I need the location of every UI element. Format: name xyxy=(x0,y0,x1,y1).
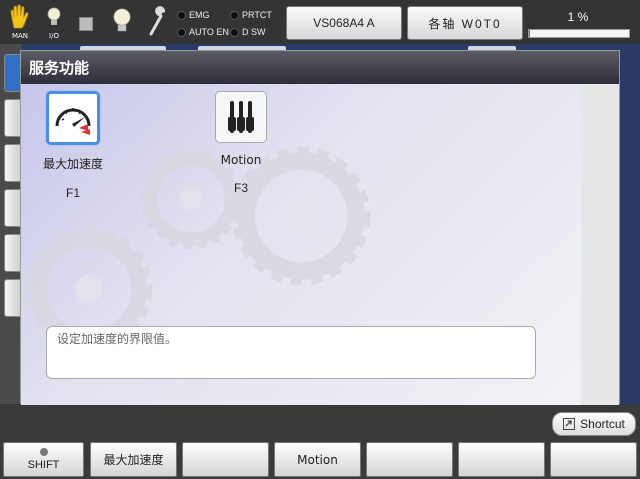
dialog-side-strip xyxy=(581,84,619,405)
axis-mode-button[interactable]: 各轴 W0T0 xyxy=(407,6,523,40)
tool-indicator[interactable] xyxy=(143,4,171,40)
emg-lamp xyxy=(177,11,186,20)
prtct-label: PRTCT xyxy=(242,10,272,20)
shortcut-label: Shortcut xyxy=(580,417,625,431)
service-function-dialog: 服务功能 最大加速度 F1 Motion F3 设定加速度的界限值。 xyxy=(20,50,620,405)
function-item-max-acceleration[interactable]: 最大加速度 F1 xyxy=(38,91,108,200)
io-indicator[interactable]: I/O xyxy=(40,4,68,40)
emg-label: EMG xyxy=(189,10,210,20)
function-key-f5[interactable] xyxy=(458,442,545,477)
prtct-lamp xyxy=(230,11,239,20)
io-bulb-icon xyxy=(47,7,61,25)
function-description-box: 设定加速度的界限值。 xyxy=(46,326,536,379)
speed-percent-text: 1 % xyxy=(567,10,589,24)
lightbulb-icon xyxy=(113,8,131,32)
dialog-body: 最大加速度 F1 Motion F3 设定加速度的界限值。 xyxy=(21,84,581,405)
manual-mode-indicator[interactable]: MAN xyxy=(6,4,34,40)
stop-square-icon[interactable] xyxy=(79,17,93,31)
wrench-icon xyxy=(149,6,166,36)
motion-sliders-icon xyxy=(228,101,254,133)
function-key-f6[interactable] xyxy=(550,442,637,477)
function-icon-box[interactable] xyxy=(46,91,100,145)
function-key-f1[interactable]: 最大加速度 xyxy=(90,442,177,477)
hand-icon xyxy=(10,4,29,29)
function-key-f3[interactable]: Motion xyxy=(274,442,361,477)
function-label: 最大加速度 xyxy=(42,157,103,171)
lamp-indicator[interactable] xyxy=(108,4,136,40)
shift-key[interactable]: SHIFT xyxy=(3,442,84,477)
left-toolbar xyxy=(0,44,22,404)
function-key-f4[interactable] xyxy=(366,442,453,477)
function-label: Motion xyxy=(220,153,262,167)
dialog-title: 服务功能 xyxy=(21,51,619,84)
d-sw-label: D SW xyxy=(242,27,266,37)
auto-en-label: AUTO EN xyxy=(189,27,229,37)
io-label: I/O xyxy=(49,32,59,40)
shortcut-button[interactable]: Shortcut xyxy=(552,412,636,436)
robot-select-button[interactable]: VS068A4 A xyxy=(286,6,402,40)
speed-progress-bar xyxy=(528,29,630,38)
shortcut-arrow-icon xyxy=(563,418,576,430)
auto-en-lamp xyxy=(177,28,186,37)
shift-label: SHIFT xyxy=(27,459,60,471)
function-key-f2[interactable] xyxy=(182,442,269,477)
shift-indicator-dot xyxy=(39,448,48,456)
function-item-motion[interactable]: Motion F3 xyxy=(206,91,276,195)
function-key-label: F3 xyxy=(233,181,248,195)
d-sw-lamp xyxy=(230,28,239,37)
top-status-bar: MAN I/O EMG PRTCT AUTO EN D SW VS068A4 A… xyxy=(0,0,640,44)
function-key-label: F1 xyxy=(65,186,80,200)
speedometer-icon xyxy=(55,108,91,135)
mode-label: MAN xyxy=(11,32,29,40)
function-icon-box[interactable] xyxy=(215,91,267,143)
speed-progress-fill xyxy=(529,30,530,37)
